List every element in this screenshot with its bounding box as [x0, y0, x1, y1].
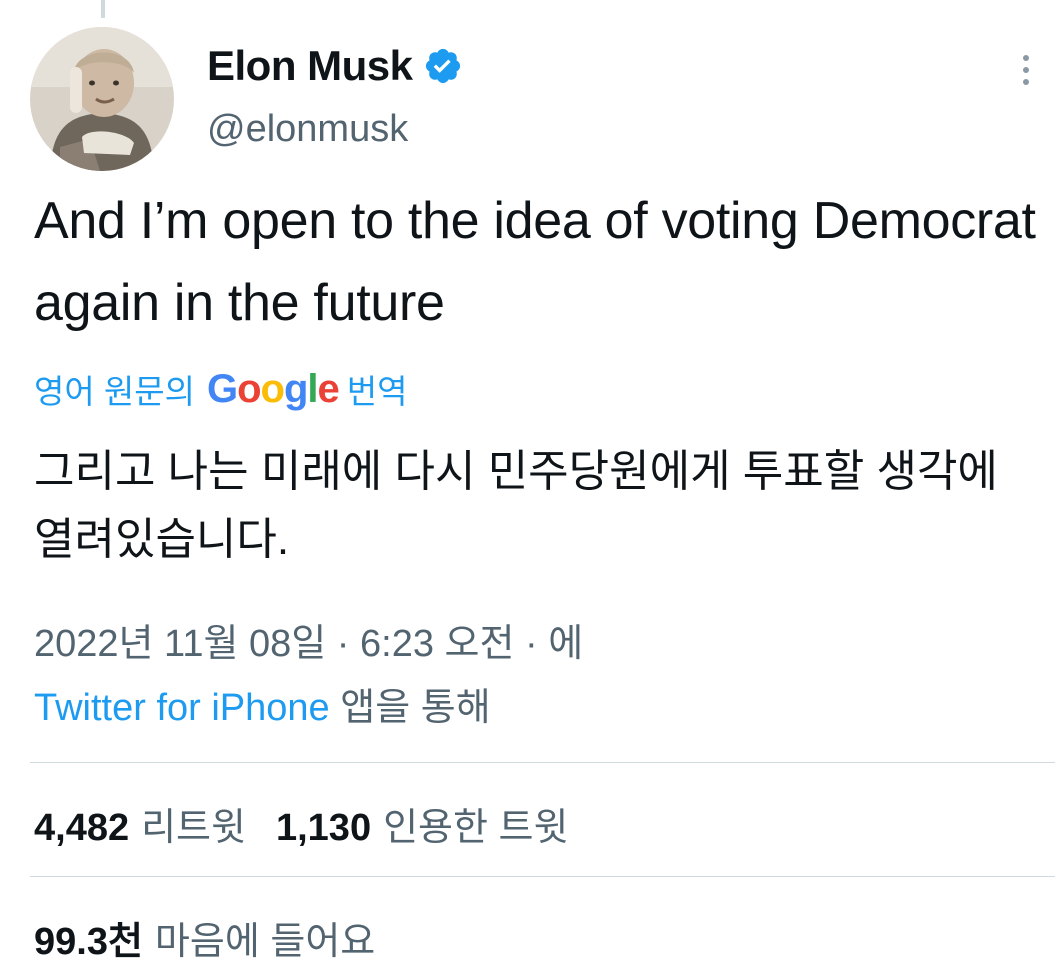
source-suffix: 앱을 통해 — [340, 687, 491, 729]
retweet-count[interactable]: 4,482 — [34, 807, 129, 850]
translation-suffix: 번역 — [346, 373, 408, 410]
like-label[interactable]: 마음에 들어요 — [155, 910, 375, 965]
likes-stats: 99.3천 마음에 들어요 — [34, 910, 405, 965]
more-vertical-icon[interactable] — [1016, 50, 1036, 90]
google-logo-icon: Google — [206, 366, 340, 412]
retweet-label[interactable]: 리트윗 — [141, 796, 246, 851]
author-display-name[interactable]: Elon Musk — [207, 42, 413, 90]
tweet-source: Twitter for iPhone 앱을 통해 — [34, 676, 491, 731]
quote-count[interactable]: 1,130 — [276, 807, 371, 850]
translation-prefix: 영어 원문의 — [34, 373, 195, 410]
divider — [30, 762, 1055, 763]
author-handle[interactable]: @elonmusk — [207, 108, 408, 151]
divider — [30, 876, 1055, 877]
verified-badge-icon — [423, 46, 463, 86]
source-app-link[interactable]: Twitter for iPhone — [34, 687, 330, 729]
google-logo-letter: G — [206, 366, 238, 411]
avatar[interactable] — [30, 27, 174, 171]
google-logo-letter: l — [307, 366, 318, 411]
translation-attribution[interactable]: 영어 원문의 Google 번역 — [34, 362, 408, 416]
engagement-stats: 4,482 리트윗 1,130 인용한 트윗 — [34, 796, 598, 851]
quote-label[interactable]: 인용한 트윗 — [383, 796, 568, 851]
thread-connector-line — [101, 0, 105, 18]
google-logo-letter: e — [317, 366, 340, 411]
google-logo-letter: o — [237, 366, 261, 411]
google-logo-letter: g — [283, 366, 308, 411]
tweet-text: And I’m open to the idea of voting Democ… — [34, 192, 1036, 332]
translated-tweet-text: 그리고 나는 미래에 다시 민주당원에게 투표할 생각에 열려있습니다. — [34, 447, 998, 564]
like-count[interactable]: 99.3천 — [34, 910, 143, 965]
author-name-row: Elon Musk — [207, 40, 463, 92]
google-logo-letter: o — [260, 366, 285, 411]
tweet-datetime[interactable]: 2022년 11월 08일 · 6:23 오전 · 에 — [34, 612, 583, 667]
